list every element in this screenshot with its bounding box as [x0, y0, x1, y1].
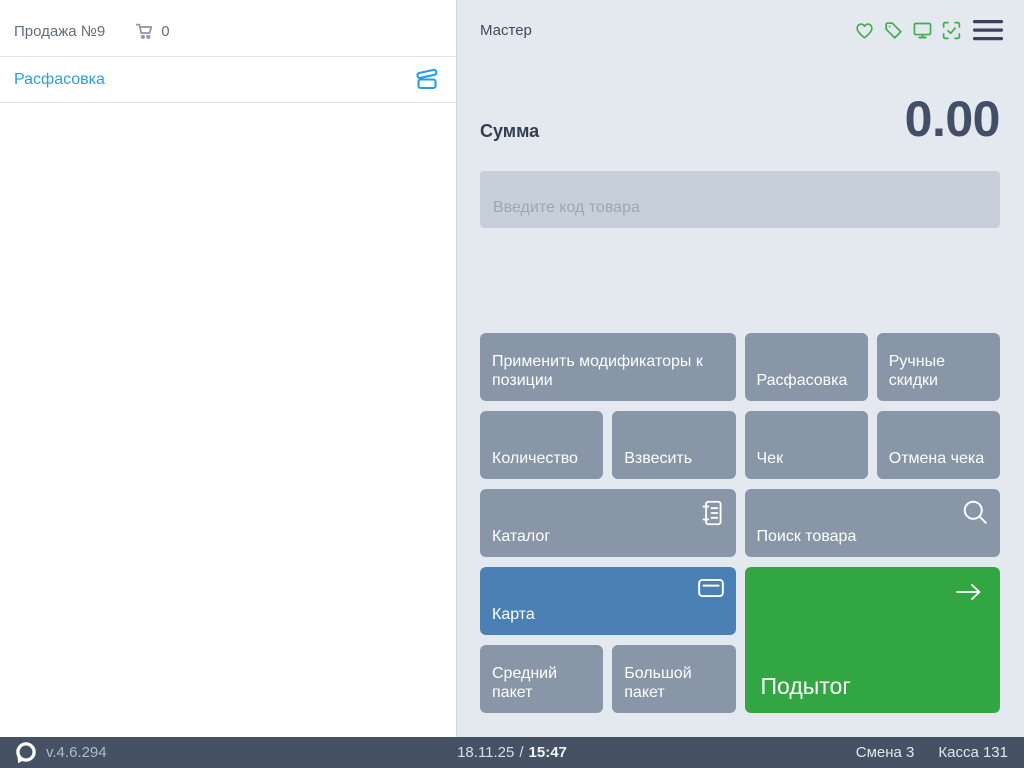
status-date: 18.11.25 [457, 744, 515, 761]
sale-workspace: Мастер Сумма 0.00 Введите код товара При… [457, 0, 1024, 737]
product-code-input[interactable] [480, 171, 1000, 228]
cart-count: 0 [161, 22, 170, 40]
scan-check-icon [941, 20, 962, 41]
open-box-icon [414, 65, 440, 95]
tab-packing-label: Расфасовка [14, 70, 105, 88]
search-icon [961, 498, 989, 526]
status-bar-right: Смена 3 Касса 131 [856, 744, 1024, 761]
menu-button[interactable] [973, 17, 1003, 44]
receipt-panel: Продажа №9 0 Расфасовка [0, 0, 457, 737]
sum-label: Сумма [480, 121, 540, 141]
card-button[interactable]: Карта [480, 567, 736, 635]
cashier-name: Мастер [480, 22, 532, 39]
status-time: 15:47 [528, 744, 567, 761]
action-button-grid: Применить модификаторы к позиции Расфасо… [480, 333, 1000, 713]
sum-value: 0.00 [904, 91, 1001, 147]
card-button-label: Карта [492, 606, 535, 624]
logo-mark [13, 741, 38, 765]
pos-app: Продажа №9 0 Расфасовка Мастер Сумма 0.0… [0, 0, 1024, 768]
search-product-button[interactable]: Поиск товара [744, 489, 1000, 557]
status-separator: / [519, 744, 524, 761]
app-version: v.4.6.294 [46, 744, 107, 761]
medium-bag-button[interactable]: Средний пакет [480, 645, 604, 713]
card-icon [697, 576, 725, 600]
search-product-button-label: Поиск товара [756, 528, 857, 546]
catalog-button[interactable]: Каталог [480, 489, 736, 557]
cancel-receipt-button[interactable]: Отмена чека [876, 411, 1000, 479]
catalog-button-label: Каталог [492, 528, 551, 546]
menu-icon [973, 19, 1003, 42]
sale-title: Продажа №9 [14, 22, 106, 40]
register-label: Касса 131 [938, 744, 1008, 761]
cart-counter: 0 [134, 21, 170, 41]
subtotal-button-label: Подытог [760, 672, 851, 699]
packing-button[interactable]: Расфасовка [744, 333, 868, 401]
tab-packing[interactable]: Расфасовка [0, 57, 456, 103]
status-bar: v.4.6.294 18.11.25 / 15:47 Смена 3 Касса… [0, 737, 1024, 768]
apply-modifiers-button[interactable]: Применить модификаторы к позиции [480, 333, 736, 401]
status-bar-left: v.4.6.294 [0, 741, 107, 765]
weigh-button[interactable]: Взвесить [612, 411, 736, 479]
subtotal-button[interactable]: Подытог [744, 567, 1000, 713]
cart-icon [134, 21, 154, 41]
large-bag-button[interactable]: Большой пакет [612, 645, 736, 713]
catalog-icon [699, 498, 725, 528]
heart-icon [854, 20, 875, 41]
arrow-right-icon [953, 579, 984, 605]
manual-discounts-button[interactable]: Ручные скидки [876, 333, 1000, 401]
status-bar-datetime: 18.11.25 / 15:47 [457, 744, 567, 761]
status-icons [854, 20, 962, 41]
display-icon [912, 20, 933, 41]
quantity-button[interactable]: Количество [480, 411, 604, 479]
tag-icon [883, 20, 904, 41]
workspace-header: Мастер [480, 17, 1003, 44]
receipt-button[interactable]: Чек [744, 411, 868, 479]
shift-label: Смена 3 [855, 744, 915, 761]
sale-header[interactable]: Продажа №9 0 [0, 0, 456, 57]
